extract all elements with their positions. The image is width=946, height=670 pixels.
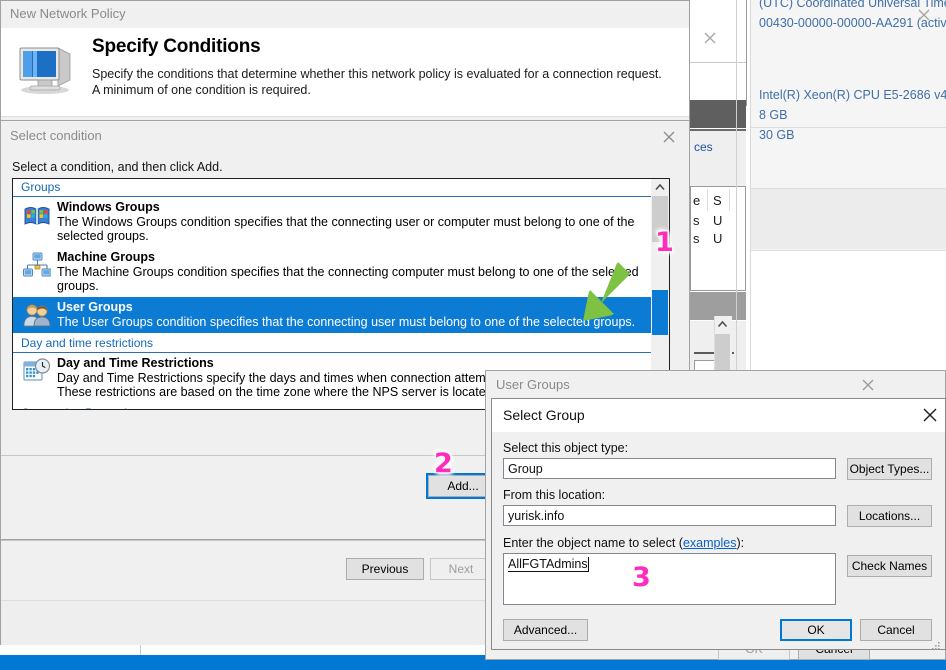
scroll-up-arrow-icon[interactable] [714,316,731,333]
condition-group-header-groups: Groups [13,179,669,197]
condition-item-user-groups[interactable]: User Groups The User Groups condition sp… [13,297,669,333]
background-window-close-icon[interactable] [698,26,722,50]
background-list-view: e S s U s U [690,186,746,291]
monitor-icon [14,40,76,96]
user-groups-icon [23,302,51,328]
condition-item-machine-groups[interactable]: Machine Groups The Machine Groups condit… [13,247,669,297]
bg-col-separator [729,189,730,211]
condition-title: Windows Groups [57,200,160,214]
location-input[interactable]: yurisk.info [503,505,836,526]
condition-title: User Groups [57,300,133,314]
condition-title: Machine Groups [57,250,155,264]
condition-scrollbar-highlight [652,290,668,335]
condition-description: The User Groups condition specifies that… [57,315,636,329]
close-icon[interactable] [855,374,881,396]
condition-item-windows-groups[interactable]: Windows Groups The Windows Groups condit… [13,197,669,247]
panel-section [751,189,946,249]
scroll-up-arrow-icon[interactable] [651,179,669,196]
bg-cell: S [713,193,722,208]
condition-scrollbar-thumb[interactable] [652,196,668,242]
panel-section [751,251,946,381]
sysinfo-line-cpu: Intel(R) Xeon(R) CPU E5-2686 v4 @ [759,88,946,102]
advanced-button[interactable]: Advanced... [503,619,588,641]
location-label: From this location: [503,488,606,502]
background-panel-resources [690,129,746,189]
bg-cell: U [713,213,723,228]
object-type-label: Select this object type: [503,441,629,455]
windows-groups-icon [23,202,51,228]
resize-grip-icon[interactable] [931,640,941,650]
wizard-title: New Network Policy [10,6,126,21]
group-header-label: Connection Properties [21,406,140,409]
background-panel-label: ces [694,140,713,154]
bg-cell: s [693,213,700,228]
panel-divider [751,127,946,128]
object-name-label-suffix: ): [736,536,745,550]
select-group-ok-button[interactable]: OK [780,619,852,641]
condition-group-header-day-time: Day and time restrictions [13,335,669,353]
select-group-title: Select Group [503,407,585,423]
object-types-button[interactable]: Object Types... [847,458,932,480]
condition-description: The Machine Groups condition specifies t… [57,265,639,293]
bg-cell: s [693,231,700,246]
object-name-label-prefix: Enter the object name to select ( [503,536,683,550]
bg-col-separator [707,189,708,211]
object-name-input[interactable]: AllFGTAdmins [503,553,836,605]
machine-groups-icon [23,252,52,278]
select-condition-instruction: Select a condition, and then click Add. [12,160,223,174]
sysinfo-line-disk: 30 GB [759,128,795,142]
examples-link[interactable]: examples [683,536,737,550]
condition-description: The Windows Groups condition specifies t… [57,215,635,243]
sysinfo-line-ram: 8 GB [759,108,788,122]
select-group-cancel-button[interactable]: Cancel [860,619,932,641]
page-description: Specify the conditions that determine wh… [92,67,662,97]
previous-button[interactable]: Previous [346,558,424,580]
group-header-label: Groups [21,180,61,194]
select-condition-title: Select condition [10,128,102,143]
locations-button[interactable]: Locations... [847,505,932,527]
group-header-label: Day and time restrictions [21,336,154,350]
condition-title: Day and Time Restrictions [57,356,214,370]
next-button: Next [430,558,492,580]
close-icon[interactable] [918,403,942,427]
user-groups-title: User Groups [496,377,570,392]
background-dark-bar [690,100,746,128]
check-names-button[interactable]: Check Names [847,555,932,577]
object-name-value: AllFGTAdmins [508,557,589,572]
close-icon[interactable] [910,4,938,26]
bg-cell: U [713,231,723,246]
day-time-icon [23,358,51,384]
object-type-input[interactable]: Group [503,458,836,479]
bg-cell: e [693,193,701,208]
object-name-label: Enter the object name to select (example… [503,536,744,550]
close-icon[interactable] [656,126,682,148]
page-title: Specify Conditions [92,36,261,57]
